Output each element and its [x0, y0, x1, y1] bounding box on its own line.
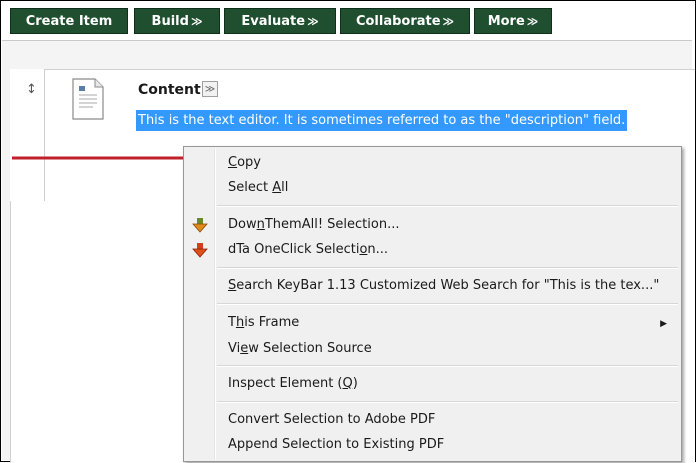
menu-separator	[217, 205, 678, 207]
menu-item-copy[interactable]: Copy	[228, 155, 261, 170]
menu-item-select-all[interactable]: Select All	[228, 180, 288, 195]
drag-handle-icon[interactable]: ↕	[26, 82, 37, 97]
menu-item-view-selection-source[interactable]: View Selection Source	[228, 341, 372, 356]
evaluate-menu-button[interactable]: Evaluate ≫	[224, 8, 336, 34]
menu-item-append-to-pdf[interactable]: Append Selection to Existing PDF	[228, 437, 444, 452]
submenu-arrow-icon: ▶	[660, 319, 667, 329]
menu-item-search-keybar[interactable]: Search KeyBar 1.13 Customized Web Search…	[228, 278, 659, 293]
chevron-down-icon[interactable]: ≫	[202, 81, 218, 97]
selected-description-text[interactable]: This is the text editor. It is sometimes…	[136, 110, 628, 131]
menu-separator	[217, 303, 678, 305]
menu-gutter	[214, 149, 216, 459]
chevron-down-icon: ≫	[442, 15, 455, 28]
more-menu-button[interactable]: More ≫	[474, 8, 552, 34]
chevron-down-icon: ≫	[526, 15, 539, 28]
menu-item-downthemall[interactable]: DownThemAll! Selection...	[228, 217, 399, 232]
context-menu: Copy Select All DownThemAll! Selection..…	[183, 146, 682, 462]
action-toolbar: Create Item Build ≫ Evaluate ≫ Collaborate…	[2, 2, 692, 41]
build-menu-button[interactable]: Build ≫	[134, 8, 220, 34]
menu-item-convert-to-pdf[interactable]: Convert Selection to Adobe PDF	[228, 412, 435, 427]
content-item-title[interactable]: Content	[138, 82, 201, 98]
dta-oneclick-icon	[192, 242, 208, 258]
chevron-down-icon: ≫	[190, 15, 203, 28]
menu-item-inspect-element[interactable]: Inspect Element (Q)	[228, 376, 358, 391]
chevron-down-icon: ≫	[307, 15, 319, 28]
menu-separator	[217, 401, 678, 403]
menu-separator	[217, 267, 678, 269]
menu-item-this-frame[interactable]: This Frame	[228, 315, 299, 330]
menu-separator	[217, 365, 678, 367]
collaborate-menu-button[interactable]: Collaborate ≫	[340, 8, 470, 34]
document-icon	[71, 78, 105, 120]
downthemall-icon	[192, 217, 208, 233]
menu-item-dta-oneclick[interactable]: dTa OneClick Selection...	[228, 242, 388, 257]
create-item-button[interactable]: Create Item	[10, 8, 128, 34]
